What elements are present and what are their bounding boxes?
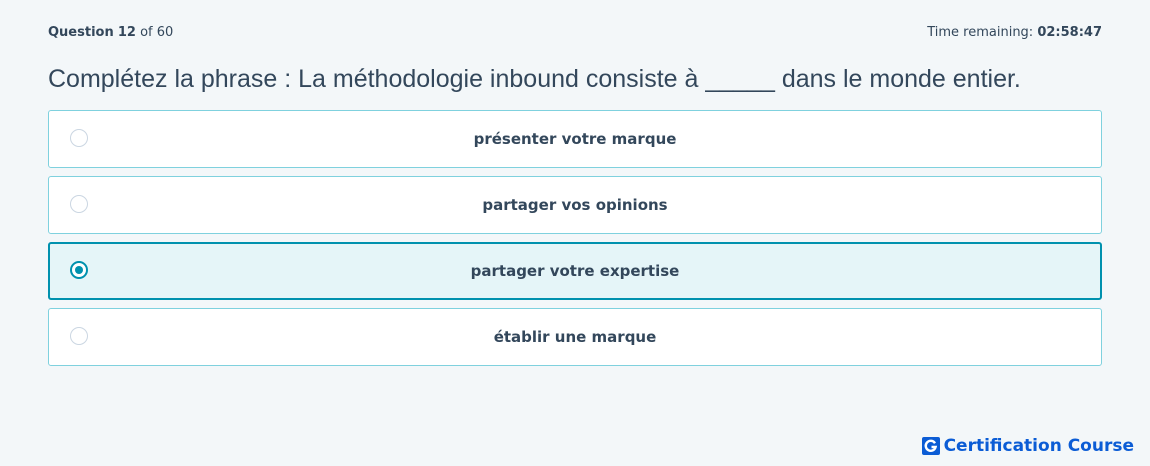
time-label: Time remaining: (927, 24, 1034, 40)
answer-option-label: partager votre expertise (470, 262, 680, 280)
answer-option-label: partager vos opinions (482, 196, 668, 214)
question-text: Complétez la phrase : La méthodologie in… (48, 65, 1021, 93)
answer-option-4[interactable]: établir une marque (48, 308, 1102, 366)
time-value: 02:58:47 (1037, 24, 1102, 40)
brand-logo: Certification Course (921, 436, 1134, 456)
question-label: Question (48, 24, 114, 40)
logo-g-icon (924, 439, 937, 452)
radio-button-selected-icon[interactable] (70, 261, 88, 279)
quiz-header: Question 12 of 60 Time remaining: 02:58:… (48, 23, 1102, 41)
radio-button-icon[interactable] (70, 327, 88, 345)
answer-options: présenter votre marque partager vos opin… (48, 110, 1102, 374)
answer-option-2[interactable]: partager vos opinions (48, 176, 1102, 234)
time-remaining: Time remaining: 02:58:47 (927, 25, 1102, 40)
answer-option-1[interactable]: présenter votre marque (48, 110, 1102, 168)
logo-mark-icon (921, 437, 940, 455)
question-total: of 60 (140, 24, 174, 40)
question-number: 12 (117, 24, 136, 40)
radio-button-icon[interactable] (70, 195, 88, 213)
question-counter: Question 12 of 60 (48, 25, 173, 40)
radio-button-icon[interactable] (70, 129, 88, 147)
brand-name: Certification Course (943, 436, 1134, 456)
answer-option-label: présenter votre marque (473, 130, 677, 148)
answer-option-3[interactable]: partager votre expertise (48, 242, 1102, 300)
answer-option-label: établir une marque (493, 328, 657, 346)
